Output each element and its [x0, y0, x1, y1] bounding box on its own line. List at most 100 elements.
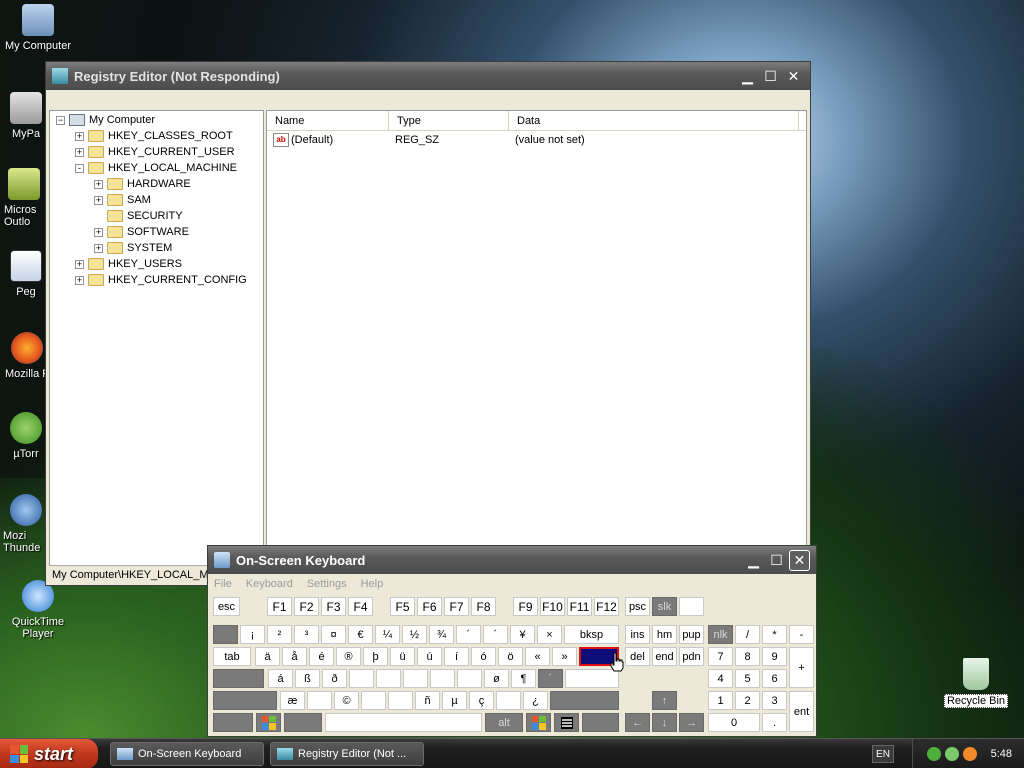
taskbar-item-registry[interactable]: Registry Editor (Not ... [270, 742, 424, 766]
tree-item-system[interactable]: + SYSTEM [94, 240, 172, 256]
key-i[interactable]: í [444, 647, 469, 666]
key-4[interactable]: ¤ [321, 625, 346, 644]
key-5[interactable]: € [348, 625, 373, 644]
close-button[interactable]: ✕ [783, 66, 804, 87]
expand-icon[interactable]: + [75, 275, 84, 285]
key-g[interactable] [376, 669, 401, 688]
key-f2[interactable]: F2 [294, 597, 319, 616]
tree-item-software[interactable]: + SOFTWARE [94, 224, 189, 240]
minimize-button[interactable]: ▁ [737, 66, 758, 87]
key-c[interactable]: © [334, 691, 359, 710]
key-y[interactable]: ü [390, 647, 415, 666]
key-backspace[interactable]: bksp [564, 625, 619, 644]
key-f8[interactable]: F8 [471, 597, 496, 616]
key-scroll-lock[interactable]: slk [652, 597, 677, 616]
key-end[interactable]: end [652, 647, 677, 666]
key-p[interactable]: ö [498, 647, 523, 666]
key-space[interactable] [325, 713, 482, 732]
tree-item-hkcu[interactable]: + HKEY_CURRENT_USER [75, 144, 235, 160]
key-f[interactable] [349, 669, 374, 688]
key-num-7[interactable]: 7 [708, 647, 733, 666]
tree-item-hardware[interactable]: + HARDWARE [94, 176, 191, 192]
registry-values-list[interactable]: Name Type Data ab (Default) REG_SZ (value… [266, 110, 807, 579]
on-screen-keyboard-window[interactable]: On-Screen Keyboard ▁ ☐ ✕ File Keyboard S… [207, 545, 817, 737]
key-caps-lock[interactable] [213, 669, 264, 688]
key-f4[interactable]: F4 [348, 597, 373, 616]
key-3[interactable]: ³ [294, 625, 319, 644]
key-f1[interactable]: F1 [267, 597, 292, 616]
menu-settings[interactable]: Settings [307, 578, 347, 590]
key-t[interactable]: þ [363, 647, 388, 666]
key-delete[interactable]: del [625, 647, 650, 666]
tree-item-hklm[interactable]: - HKEY_LOCAL_MACHINE [75, 160, 237, 176]
key-j[interactable] [430, 669, 455, 688]
key-k[interactable] [457, 669, 482, 688]
expand-icon[interactable]: + [94, 227, 103, 237]
registry-editor-window[interactable]: Registry Editor (Not Responding) ▁ ☐ ✕ −… [45, 61, 811, 586]
key-q[interactable]: ä [255, 647, 280, 666]
key-n[interactable]: ñ [415, 691, 440, 710]
key-l[interactable]: ø [484, 669, 509, 688]
tree-item-hkcr[interactable]: + HKEY_CLASSES_ROOT [75, 128, 233, 144]
key-num-0[interactable]: 0 [708, 713, 760, 732]
key-s[interactable]: ß [295, 669, 320, 688]
key-f10[interactable]: F10 [540, 597, 565, 616]
key-esc[interactable]: esc [213, 597, 240, 616]
key-num-8[interactable]: 8 [735, 647, 760, 666]
key-up-arrow[interactable]: ↑ [652, 691, 677, 710]
expand-icon[interactable]: + [75, 131, 84, 141]
utorrent-tray-icon[interactable] [926, 747, 941, 761]
key-9[interactable]: ´ [456, 625, 481, 644]
key-e[interactable]: é [309, 647, 334, 666]
key-w[interactable]: å [282, 647, 307, 666]
key-right-arrow[interactable]: → [679, 713, 704, 732]
key-insert[interactable]: ins [625, 625, 650, 644]
key-6[interactable]: ¼ [375, 625, 400, 644]
key-left-alt[interactable] [284, 713, 322, 732]
taskbar-item-osk[interactable]: On-Screen Keyboard [110, 742, 264, 766]
minimize-button[interactable]: ▁ [743, 550, 764, 571]
tree-item-my-computer[interactable]: − My Computer [56, 112, 155, 128]
key-h[interactable] [403, 669, 428, 688]
key-x[interactable] [307, 691, 332, 710]
maximize-button[interactable]: ☐ [766, 550, 787, 571]
column-header-name[interactable]: Name [267, 111, 389, 130]
key-num-1[interactable]: 1 [708, 691, 733, 710]
key-u[interactable]: ú [417, 647, 442, 666]
key-z[interactable]: æ [280, 691, 305, 710]
key-f11[interactable]: F11 [567, 597, 592, 616]
menu-file[interactable]: File [214, 578, 232, 590]
key-num-add[interactable]: + [789, 647, 814, 688]
key-1[interactable]: ¡ [240, 625, 265, 644]
key-equals[interactable]: × [537, 625, 562, 644]
key-num-9[interactable]: 9 [762, 647, 787, 666]
key-num-4[interactable]: 4 [708, 669, 733, 688]
key-f7[interactable]: F7 [444, 597, 469, 616]
key-v[interactable] [361, 691, 386, 710]
key-f6[interactable]: F6 [417, 597, 442, 616]
key-f12[interactable]: F12 [594, 597, 619, 616]
list-row[interactable]: ab (Default) REG_SZ (value not set) [267, 131, 806, 149]
key-left-shift[interactable] [213, 691, 277, 710]
key-tab[interactable]: tab [213, 647, 251, 666]
key-f5[interactable]: F5 [390, 597, 415, 616]
menu-help[interactable]: Help [361, 578, 384, 590]
key-page-up[interactable]: pup [679, 625, 704, 644]
key-semicolon[interactable]: ¶ [511, 669, 536, 688]
key-right-alt[interactable]: alt [485, 713, 523, 732]
key-slash[interactable]: ¿ [523, 691, 548, 710]
key-b[interactable] [388, 691, 413, 710]
clock[interactable]: 5:48 [991, 748, 1012, 760]
key-a[interactable]: á [268, 669, 293, 688]
tree-item-sam[interactable]: + SAM [94, 192, 151, 208]
expand-icon[interactable]: + [94, 195, 103, 205]
key-menu[interactable] [554, 713, 579, 732]
search-tray-icon[interactable] [962, 747, 977, 761]
key-f3[interactable]: F3 [321, 597, 346, 616]
expand-icon[interactable]: + [94, 243, 103, 253]
key-period[interactable] [496, 691, 521, 710]
key-d[interactable]: ð [322, 669, 347, 688]
key-right-bracket[interactable]: » [552, 647, 577, 666]
key-pause[interactable] [679, 597, 704, 616]
key-num-lock[interactable]: nlk [708, 625, 733, 644]
